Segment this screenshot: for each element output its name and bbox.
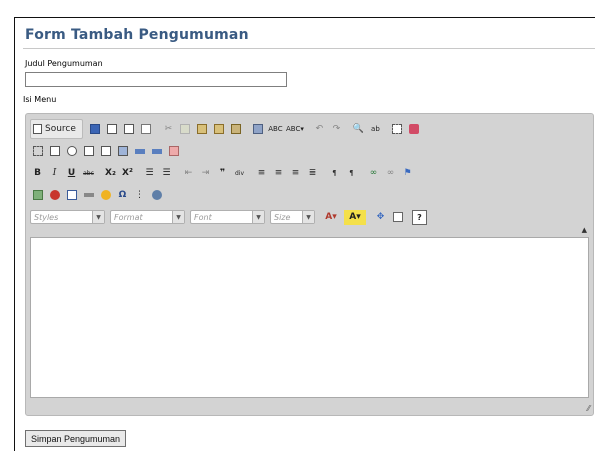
ltr-icon[interactable]: ¶ <box>327 166 342 181</box>
button-icon[interactable] <box>132 144 147 159</box>
toolbar-row-2 <box>30 142 188 160</box>
redo-icon[interactable]: ↷ <box>329 122 344 137</box>
bulleted-list-icon[interactable]: ☰ <box>159 166 174 181</box>
table-icon[interactable] <box>64 188 79 203</box>
replace-icon[interactable]: ab <box>368 122 383 137</box>
print-icon[interactable] <box>251 122 266 137</box>
rich-text-editor: Source ✂ ABC ABC▾ ↶ ↷ 🔍 ab B I U abc X₂ … <box>25 113 594 416</box>
editor-content-area[interactable] <box>30 237 589 398</box>
horizontal-rule-icon[interactable] <box>81 188 96 203</box>
toolbar-row-5: Styles ▼ Format ▼ Font ▼ Size ▼ A▾ A▾ ✥ <box>30 208 434 226</box>
format-combo-label: Format <box>114 212 143 222</box>
about-icon[interactable]: ? <box>412 209 427 225</box>
special-char-icon[interactable]: Ω <box>115 188 130 203</box>
page-break-icon[interactable]: ⋮ <box>132 188 147 203</box>
radio-icon[interactable] <box>64 144 79 159</box>
form-icon[interactable] <box>30 144 45 159</box>
collapse-toolbar-icon[interactable]: ▲ <box>582 226 587 234</box>
bg-color-icon[interactable]: A▾ <box>344 209 366 225</box>
find-icon[interactable]: 🔍 <box>351 122 366 137</box>
paste-icon[interactable] <box>195 122 210 137</box>
chevron-down-icon: ▼ <box>92 211 104 223</box>
source-label: Source <box>45 124 76 134</box>
remove-format-icon[interactable] <box>407 122 422 137</box>
italic-icon[interactable]: I <box>47 166 62 181</box>
subscript-icon[interactable]: X₂ <box>103 166 118 181</box>
superscript-icon[interactable]: X² <box>120 166 135 181</box>
isi-label: Isi Menu <box>23 95 57 104</box>
smiley-icon[interactable] <box>98 188 113 203</box>
chevron-down-icon: ▼ <box>252 211 264 223</box>
scayt-icon[interactable]: ABC▾ <box>285 122 305 137</box>
cut-icon[interactable]: ✂ <box>161 122 176 137</box>
image-icon[interactable] <box>30 188 45 203</box>
outdent-icon[interactable]: ⇤ <box>181 166 196 181</box>
hidden-field-icon[interactable] <box>166 144 181 159</box>
judul-label: Judul Pengumuman <box>25 59 103 68</box>
toolbar-row-1: Source ✂ ABC ABC▾ ↶ ↷ 🔍 ab <box>30 119 429 139</box>
strike-icon[interactable]: abc <box>81 166 96 181</box>
size-combo[interactable]: Size ▼ <box>270 210 315 224</box>
iframe-icon[interactable] <box>149 188 164 203</box>
save-announcement-button[interactable]: Simpan Pengumuman <box>25 430 127 447</box>
chevron-down-icon: ▼ <box>172 211 184 223</box>
source-icon <box>33 124 42 134</box>
font-combo[interactable]: Font ▼ <box>190 210 265 224</box>
format-combo[interactable]: Format ▼ <box>110 210 185 224</box>
paste-text-icon[interactable] <box>212 122 227 137</box>
align-right-icon[interactable]: ≡ <box>288 166 303 181</box>
select-icon[interactable] <box>115 144 130 159</box>
save-icon[interactable] <box>88 122 103 137</box>
resize-grip-icon[interactable]: ⁄⁄ <box>587 404 590 413</box>
paste-word-icon[interactable] <box>229 122 244 137</box>
numbered-list-icon[interactable]: ☰ <box>142 166 157 181</box>
spellcheck-icon[interactable]: ABC <box>268 122 283 137</box>
toolbar-row-4: Ω ⋮ <box>30 186 171 204</box>
link-icon[interactable]: ∞ <box>366 166 381 181</box>
blockquote-icon[interactable]: ❞ <box>215 166 230 181</box>
flash-icon[interactable] <box>47 188 62 203</box>
unlink-icon[interactable]: ∞ <box>383 166 398 181</box>
image-button-icon[interactable] <box>149 144 164 159</box>
select-all-icon[interactable] <box>390 122 405 137</box>
underline-icon[interactable]: U <box>64 166 79 181</box>
show-blocks-icon[interactable] <box>390 210 405 225</box>
styles-combo-label: Styles <box>34 212 59 222</box>
anchor-icon[interactable]: ⚑ <box>400 166 415 181</box>
templates-icon[interactable] <box>139 122 154 137</box>
title-divider <box>23 48 595 49</box>
undo-icon[interactable]: ↶ <box>312 122 327 137</box>
font-combo-label: Font <box>194 212 212 222</box>
indent-icon[interactable]: ⇥ <box>198 166 213 181</box>
source-button[interactable]: Source <box>31 122 80 137</box>
maximize-icon[interactable]: ✥ <box>373 210 388 225</box>
preview-icon[interactable] <box>122 122 137 137</box>
textfield-icon[interactable] <box>81 144 96 159</box>
creatediv-icon[interactable]: div <box>232 166 247 181</box>
page-title: Form Tambah Pengumuman <box>25 27 249 43</box>
checkbox-icon[interactable] <box>47 144 62 159</box>
bold-icon[interactable]: B <box>30 166 45 181</box>
styles-combo[interactable]: Styles ▼ <box>30 210 105 224</box>
form-panel: Form Tambah Pengumuman Judul Pengumuman … <box>14 17 595 451</box>
text-color-icon[interactable]: A▾ <box>320 210 342 225</box>
align-center-icon[interactable]: ≡ <box>271 166 286 181</box>
size-combo-label: Size <box>274 212 291 222</box>
justify-icon[interactable]: ≣ <box>305 166 320 181</box>
new-page-icon[interactable] <box>105 122 120 137</box>
toolbar-row-3: B I U abc X₂ X² ☰ ☰ ⇤ ⇥ ❞ div ≡ ≡ ≡ ≣ ¶ … <box>30 164 422 182</box>
align-left-icon[interactable]: ≡ <box>254 166 269 181</box>
copy-icon[interactable] <box>178 122 193 137</box>
textarea-icon[interactable] <box>98 144 113 159</box>
rtl-icon[interactable]: ¶ <box>344 166 359 181</box>
chevron-down-icon: ▼ <box>302 211 314 223</box>
judul-input[interactable] <box>25 72 287 87</box>
